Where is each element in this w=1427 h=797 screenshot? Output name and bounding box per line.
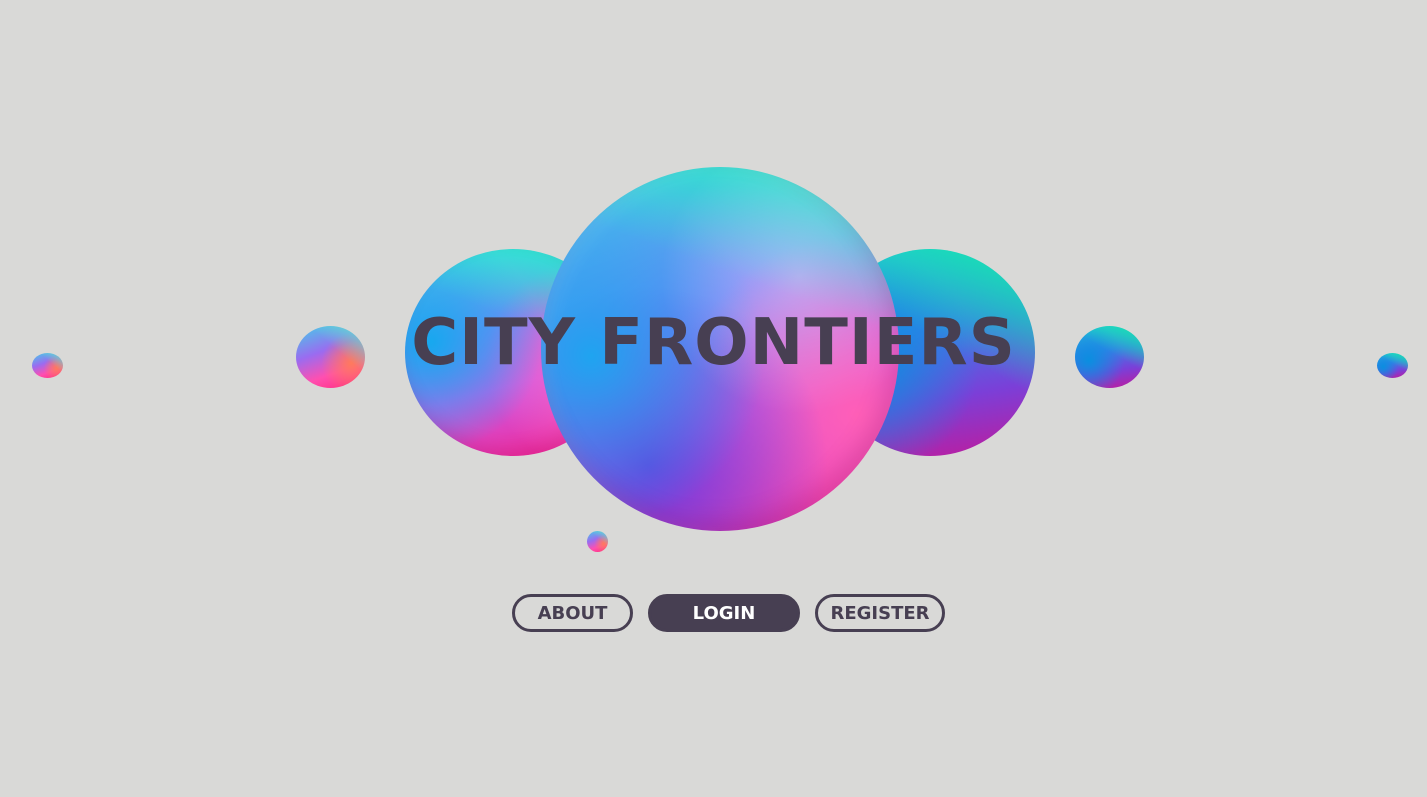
page-title: CITY FRONTIERS [411, 306, 1016, 380]
landing-stage: CITY FRONTIERS ABOUT LOGIN REGISTER [0, 0, 1427, 797]
main-nav: ABOUT LOGIN REGISTER [0, 594, 1427, 632]
register-button[interactable]: REGISTER [815, 594, 945, 632]
about-button[interactable]: ABOUT [512, 594, 633, 632]
decorative-sphere-tiny [587, 531, 608, 552]
login-button[interactable]: LOGIN [648, 594, 800, 632]
